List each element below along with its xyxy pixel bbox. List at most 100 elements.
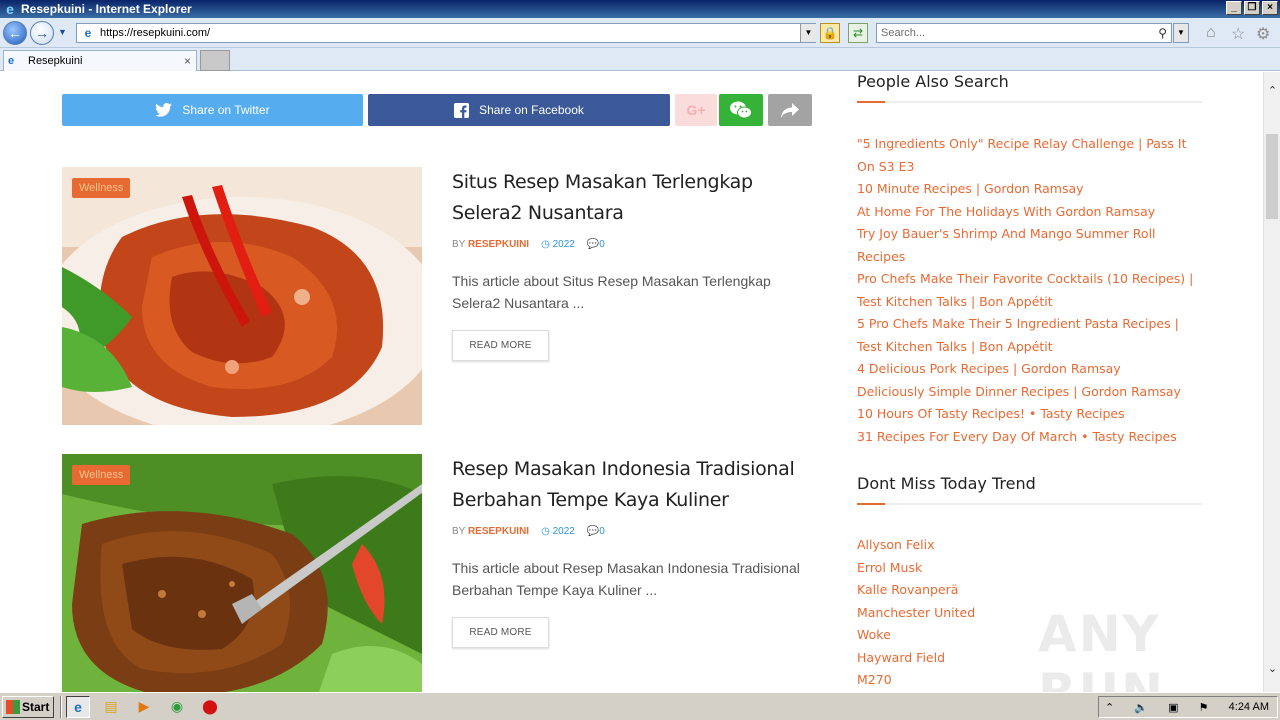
window-titlebar: e Resepkuini - Internet Explorer _ ❐ × xyxy=(0,0,1280,18)
explorer-folder-icon[interactable]: ▤ xyxy=(99,696,123,718)
scrollbar-thumb[interactable] xyxy=(1266,134,1278,219)
clock-icon: ◷ xyxy=(541,239,550,250)
address-dropdown-icon[interactable]: ▼ xyxy=(800,24,816,42)
new-tab-button[interactable] xyxy=(200,50,230,71)
article-thumbnail[interactable]: Wellness xyxy=(62,167,422,425)
address-url: https://resepkuini.com/ xyxy=(100,27,211,39)
action-center-flag-icon[interactable]: ⚑ xyxy=(1199,701,1209,714)
gear-icon[interactable]: ⚙ xyxy=(1256,24,1270,44)
search-icon[interactable]: ⚲ xyxy=(1158,24,1167,42)
people-also-search-link[interactable]: 5 Pro Chefs Make Their 5 Ingredient Past… xyxy=(857,313,1197,358)
people-also-search-link[interactable]: 31 Recipes For Every Day Of March • Tast… xyxy=(857,426,1197,449)
share-wechat-button[interactable] xyxy=(719,94,763,126)
byline-prefix: BY xyxy=(452,526,466,537)
article-date[interactable]: 2022 xyxy=(553,526,575,537)
share-more-button[interactable] xyxy=(768,94,812,126)
back-button[interactable]: ← xyxy=(3,21,27,45)
comment-icon: 💬 xyxy=(586,239,600,250)
article-excerpt: This article about Resep Masakan Indones… xyxy=(452,560,800,598)
googleplus-icon: G+ xyxy=(686,102,706,118)
scroll-down-icon[interactable]: ⌄ xyxy=(1264,662,1280,679)
people-also-search-list: "5 Ingredients Only" Recipe Relay Challe… xyxy=(857,133,1197,448)
comment-count[interactable]: 0 xyxy=(599,239,605,250)
home-icon[interactable]: ⌂ xyxy=(1206,24,1216,42)
refresh-button[interactable]: ⇄ xyxy=(848,23,868,43)
history-dropdown-icon[interactable]: ▼ xyxy=(58,27,67,37)
search-placeholder: Search... xyxy=(881,27,926,39)
trend-link[interactable]: Errol Musk xyxy=(857,557,1197,580)
address-bar[interactable]: e https://resepkuini.com/ xyxy=(76,23,816,43)
favorites-star-icon[interactable]: ☆ xyxy=(1231,24,1245,44)
category-badge[interactable]: Wellness xyxy=(72,465,131,485)
comment-count[interactable]: 0 xyxy=(599,526,605,537)
food-image-icon xyxy=(62,454,422,692)
category-badge[interactable]: Wellness xyxy=(72,178,131,198)
people-also-search-link[interactable]: "5 Ingredients Only" Recipe Relay Challe… xyxy=(857,133,1197,178)
article-author[interactable]: RESEPKUINI xyxy=(468,526,529,537)
read-more-button[interactable]: READ MORE xyxy=(452,617,549,648)
forward-button[interactable]: → xyxy=(30,21,54,45)
share-facebook-label: Share on Facebook xyxy=(479,103,584,117)
article-date[interactable]: 2022 xyxy=(553,239,575,250)
tab-label: Resepkuini xyxy=(28,55,83,67)
anyrun-watermark: ANY RUN xyxy=(1038,605,1165,692)
facebook-icon xyxy=(454,102,470,118)
start-button[interactable]: Start xyxy=(2,695,54,718)
tray-expand-icon[interactable]: ⌃ xyxy=(1105,701,1114,714)
article-title[interactable]: Resep Masakan Indonesia Tradisional Berb… xyxy=(452,454,822,516)
page-viewport: Share on Twitter Share on Facebook G+ We… xyxy=(0,72,1263,692)
read-more-button[interactable]: READ MORE xyxy=(452,330,549,361)
tab-close-icon[interactable]: × xyxy=(184,54,191,68)
people-also-search-link[interactable]: 10 Minute Recipes | Gordon Ramsay xyxy=(857,178,1197,201)
share-twitter-button[interactable]: Share on Twitter xyxy=(62,94,363,126)
volume-icon[interactable]: 🔈 xyxy=(1134,701,1148,714)
lock-icon[interactable]: 🔒 xyxy=(820,23,840,43)
ie-taskbar-icon[interactable]: e xyxy=(66,695,90,718)
system-tray: ⌃ 🔈 ▣ ⚑ 4:24 AM xyxy=(1098,696,1278,718)
ie-logo-icon: e xyxy=(6,1,14,17)
restore-button[interactable]: ❐ xyxy=(1244,1,1260,15)
heading-divider xyxy=(857,503,1202,505)
article-author[interactable]: RESEPKUINI xyxy=(468,239,529,250)
people-also-search-link[interactable]: At Home For The Holidays With Gordon Ram… xyxy=(857,201,1197,224)
wechat-icon xyxy=(730,101,752,119)
taskbar-separator xyxy=(60,695,62,718)
clock-icon: ◷ xyxy=(541,526,550,537)
search-input[interactable]: Search... ⚲ xyxy=(876,23,1172,43)
windows-taskbar: Start e ▤ ▶ ◉ ⬤ ⌃ 🔈 ▣ ⚑ 4:24 AM xyxy=(0,692,1280,720)
article-meta: BY RESEPKUINI ◷ 2022 💬0 xyxy=(452,239,605,250)
article-card: Wellness Situs Resep Masakan Terlengkap … xyxy=(62,167,812,425)
scroll-up-icon[interactable]: ⌃ xyxy=(1264,84,1280,101)
tab-resepkuini[interactable]: e Resepkuini × xyxy=(3,50,197,71)
trend-link[interactable]: Allyson Felix xyxy=(857,534,1197,557)
article-thumbnail[interactable]: Wellness xyxy=(62,454,422,692)
media-player-icon[interactable]: ▶ xyxy=(132,696,156,718)
people-also-search-link[interactable]: 4 Delicious Pork Recipes | Gordon Ramsay xyxy=(857,358,1197,381)
clock[interactable]: 4:24 AM xyxy=(1229,701,1269,713)
heading-divider xyxy=(857,101,1202,103)
vertical-scrollbar[interactable]: ⌃ ⌄ xyxy=(1263,72,1280,692)
opera-icon[interactable]: ⬤ xyxy=(198,696,222,718)
byline-prefix: BY xyxy=(452,239,466,250)
article-title[interactable]: Situs Resep Masakan Terlengkap Selera2 N… xyxy=(452,167,822,229)
trend-link[interactable]: Kalle Rovanperä xyxy=(857,579,1197,602)
food-image-icon xyxy=(62,167,422,425)
chrome-icon[interactable]: ◉ xyxy=(165,696,189,718)
article-excerpt: This article about Situs Resep Masakan T… xyxy=(452,273,771,311)
people-also-search-link[interactable]: Deliciously Simple Dinner Recipes | Gord… xyxy=(857,381,1197,404)
close-button[interactable]: × xyxy=(1262,1,1278,15)
network-icon[interactable]: ▣ xyxy=(1168,701,1178,714)
people-also-search-link[interactable]: Try Joy Bauer's Shrimp And Mango Summer … xyxy=(857,223,1197,268)
minimize-button[interactable]: _ xyxy=(1226,1,1242,15)
search-dropdown-icon[interactable]: ▼ xyxy=(1173,23,1189,43)
share-facebook-button[interactable]: Share on Facebook xyxy=(368,94,670,126)
people-also-search-link[interactable]: 10 Hours Of Tasty Recipes! • Tasty Recip… xyxy=(857,403,1197,426)
people-also-search-link[interactable]: Pro Chefs Make Their Favorite Cocktails … xyxy=(857,268,1197,313)
share-googleplus-button[interactable]: G+ xyxy=(675,94,717,126)
window-title: Resepkuini - Internet Explorer xyxy=(21,2,192,16)
twitter-icon xyxy=(155,103,173,117)
article-card: Wellness Resep Masakan Indonesia Tradisi… xyxy=(62,454,812,692)
comment-icon: 💬 xyxy=(586,526,600,537)
share-twitter-label: Share on Twitter xyxy=(182,103,270,117)
article-meta: BY RESEPKUINI ◷ 2022 💬0 xyxy=(452,526,605,537)
